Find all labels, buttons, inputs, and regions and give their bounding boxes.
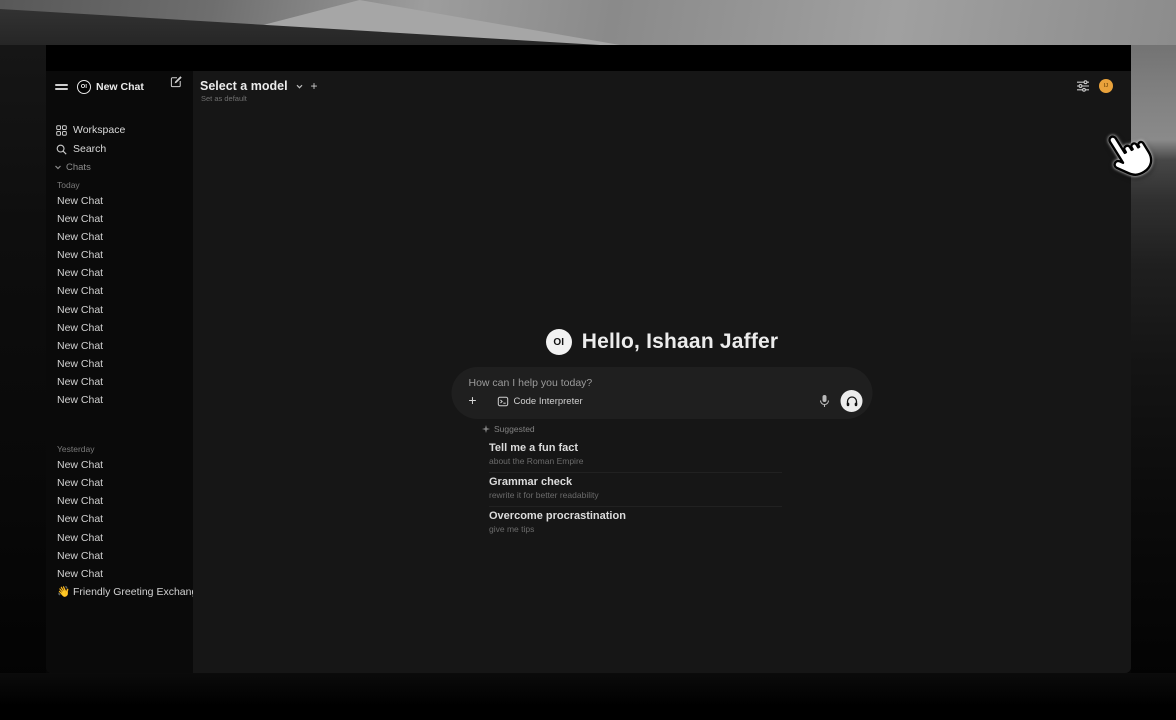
chat-item[interactable]: New Chat [46, 228, 193, 246]
window-topbar [46, 45, 1131, 71]
wallpaper-right [1131, 45, 1176, 720]
headphones-icon [845, 395, 858, 408]
chat-item[interactable]: New Chat [46, 492, 193, 510]
chat-item[interactable]: New Chat [46, 510, 193, 528]
suggested-prompt-subtitle: about the Roman Empire [489, 456, 782, 467]
chat-group-label: Today [46, 178, 193, 192]
code-interpreter-label: Code Interpreter [514, 396, 583, 407]
user-avatar[interactable]: IJ [1099, 79, 1113, 93]
suggested-section: Suggested Tell me a fun factabout the Ro… [482, 423, 782, 538]
new-chat-edit-icon[interactable] [170, 75, 183, 88]
workspace-grid-icon [56, 125, 67, 136]
model-chevron-down-icon[interactable] [295, 82, 304, 91]
suggested-label: Suggested [494, 424, 535, 434]
chat-item[interactable]: New Chat [46, 301, 193, 319]
message-input[interactable] [469, 376, 849, 390]
suggested-list: Tell me a fun factabout the Roman Empire… [489, 439, 782, 538]
sparkle-icon [482, 425, 490, 433]
suggested-prompt[interactable]: Overcome procrastinationgive me tips [489, 506, 782, 538]
chat-item[interactable]: New Chat [46, 246, 193, 264]
suggested-header: Suggested [482, 423, 782, 435]
chat-item[interactable]: New Chat [46, 210, 193, 228]
chat-item[interactable]: New Chat [46, 192, 193, 210]
suggested-prompt-title: Grammar check [489, 476, 782, 489]
chat-group-label: Yesterday [46, 442, 193, 456]
chat-list: New ChatNew ChatNew ChatNew ChatNew Chat… [46, 192, 193, 409]
chat-item[interactable]: New Chat [46, 547, 193, 565]
chats-label: Chats [66, 162, 91, 173]
chat-item[interactable]: New Chat [46, 565, 193, 583]
chat-item[interactable]: New Chat [46, 282, 193, 300]
chat-item[interactable]: New Chat [46, 474, 193, 492]
chat-item[interactable]: New Chat [46, 264, 193, 282]
main-area: Select a model + Set as default IJ OI He… [193, 71, 1131, 673]
chat-item[interactable]: New Chat [46, 391, 193, 409]
suggested-prompt[interactable]: Tell me a fun factabout the Roman Empire [489, 439, 782, 470]
chat-list: New ChatNew ChatNew ChatNew ChatNew Chat… [46, 456, 193, 601]
attach-plus-button[interactable]: + [464, 392, 482, 410]
model-selector[interactable]: Select a model + [200, 77, 318, 95]
greeting-text: Hello, Ishaan Jaffer [582, 330, 779, 354]
openwebui-logo-icon: OI [77, 80, 91, 94]
wallpaper-left [0, 45, 46, 720]
new-chat-title[interactable]: New Chat [96, 81, 144, 93]
chat-item[interactable]: New Chat [46, 337, 193, 355]
chat-item[interactable]: New Chat [46, 319, 193, 337]
desktop: OI New Chat Workspace Search [0, 0, 1176, 720]
topbar-right: IJ [1076, 75, 1113, 97]
suggested-prompt-title: Tell me a fun fact [489, 442, 782, 455]
workspace-label: Workspace [73, 124, 125, 136]
open-webui-window: OI New Chat Workspace Search [46, 45, 1131, 673]
code-interpreter-toggle[interactable]: Code Interpreter [492, 392, 589, 410]
controls-sliders-icon[interactable] [1076, 79, 1090, 93]
chats-section: Chats TodayNew ChatNew ChatNew ChatNew C… [46, 137, 193, 601]
chat-item[interactable]: New Chat [46, 373, 193, 391]
composer-toolbar: + Code Interpreter [452, 390, 873, 412]
voice-call-button[interactable] [841, 390, 863, 412]
message-composer[interactable]: + Code Interpreter [452, 367, 873, 419]
chat-item[interactable]: 👋 Friendly Greeting Exchange [46, 583, 193, 601]
suggested-prompt-subtitle: give me tips [489, 524, 782, 535]
model-selector-label[interactable]: Select a model [200, 79, 288, 93]
set-as-default-link[interactable]: Set as default [201, 94, 247, 103]
hamburger-menu-icon[interactable] [55, 82, 68, 93]
chat-groups: TodayNew ChatNew ChatNew ChatNew ChatNew… [46, 178, 193, 601]
openwebui-hero-logo-icon: OI [546, 329, 572, 355]
chat-item[interactable]: New Chat [46, 456, 193, 474]
wallpaper-bottom [0, 673, 1176, 720]
chats-collapse-header[interactable]: Chats [46, 160, 193, 174]
greeting-hero: OI Hello, Ishaan Jaffer [193, 329, 1131, 355]
command-line-icon [498, 396, 509, 407]
suggested-prompt-subtitle: rewrite it for better readability [489, 490, 782, 501]
chevron-down-icon [54, 163, 62, 171]
suggested-prompt[interactable]: Grammar checkrewrite it for better reada… [489, 472, 782, 504]
chat-item[interactable]: New Chat [46, 529, 193, 547]
chat-item[interactable]: New Chat [46, 355, 193, 373]
sidebar: OI New Chat Workspace Search [46, 71, 193, 673]
suggested-prompt-title: Overcome procrastination [489, 510, 782, 523]
microphone-icon[interactable] [819, 394, 831, 408]
add-model-button[interactable]: + [311, 81, 318, 91]
